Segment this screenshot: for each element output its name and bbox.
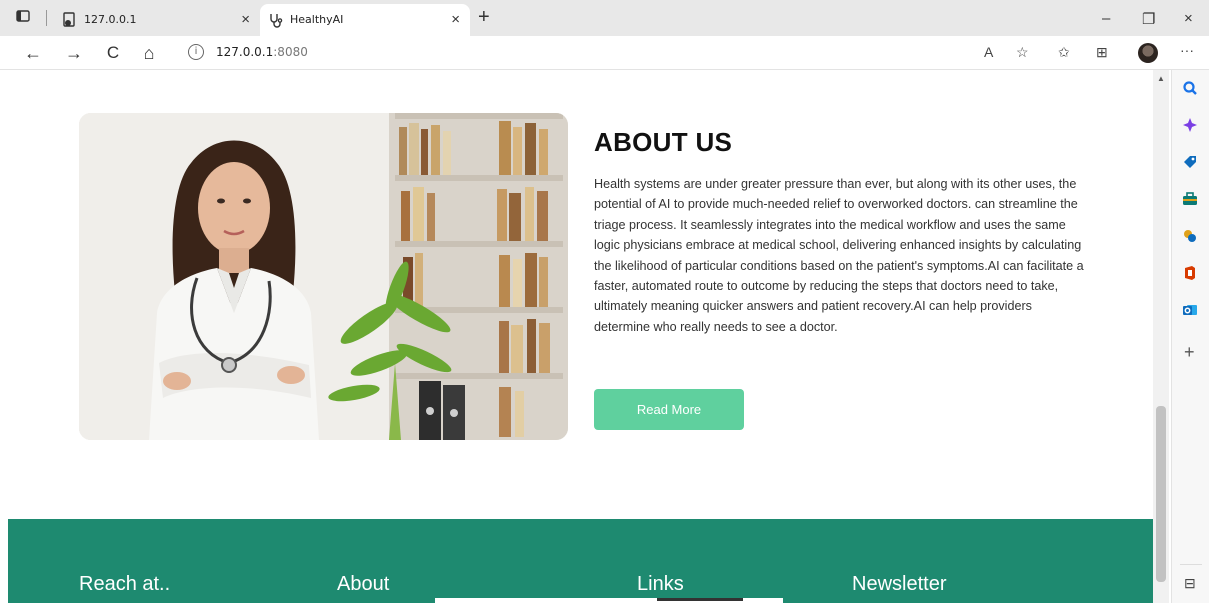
close-tab-icon[interactable]: × <box>451 11 460 28</box>
profile-avatar[interactable] <box>1138 43 1158 63</box>
more-icon[interactable]: ··· <box>1180 42 1194 58</box>
about-heading: ABOUT US <box>594 127 733 157</box>
site-info-icon[interactable]: i <box>188 44 204 60</box>
scrollbar-thumb[interactable] <box>1156 406 1166 582</box>
favorites-icon[interactable]: ✩ <box>1058 44 1070 61</box>
tab-title: HealthyAI <box>290 13 344 26</box>
page-viewport: ABOUT US Health systems are under greate… <box>0 70 1153 603</box>
home-icon[interactable]: ⌂ <box>138 42 160 64</box>
scroll-up-arrow-icon[interactable]: ▲ <box>1157 74 1165 83</box>
edge-sidebar: + ⊟ <box>1171 70 1209 603</box>
minimize-icon[interactable]: – <box>1102 10 1110 27</box>
add-sidebar-app-icon[interactable]: + <box>1184 342 1195 363</box>
forward-arrow-icon[interactable]: → <box>63 42 85 64</box>
games-icon[interactable] <box>1182 228 1198 249</box>
tools-icon[interactable] <box>1182 191 1198 212</box>
restore-icon[interactable]: ❐ <box>1142 10 1155 28</box>
tab-strip: 127.0.0.1 × HealthyAI × + – ❐ × <box>0 0 1209 36</box>
url-host: 127.0.0.1 <box>216 45 274 59</box>
copilot-icon[interactable] <box>1182 117 1198 138</box>
footer-overlay-bar <box>657 598 743 601</box>
address-bar[interactable]: 127.0.0.1:8080 <box>216 45 308 59</box>
tab-inactive[interactable]: 127.0.0.1 × <box>54 4 260 36</box>
search-icon[interactable] <box>1182 80 1198 101</box>
hide-sidebar-icon[interactable]: ⊟ <box>1184 575 1196 592</box>
read-aloud-icon[interactable]: A <box>984 44 993 60</box>
new-tab-icon[interactable]: + <box>478 6 490 29</box>
read-more-button[interactable]: Read More <box>594 389 744 430</box>
footer-heading-links: Links <box>637 573 684 595</box>
tab-separator <box>46 10 47 26</box>
tab-active[interactable]: HealthyAI × <box>260 4 470 36</box>
close-window-icon[interactable]: × <box>1184 10 1193 27</box>
back-arrow-icon[interactable]: ← <box>22 42 44 64</box>
close-tab-icon[interactable]: × <box>241 11 250 28</box>
browser-toolbar: ← → C ⌂ i 127.0.0.1:8080 A ☆ ✩ ⊞ ··· <box>0 36 1209 70</box>
add-favorite-icon[interactable]: ☆ <box>1016 44 1029 61</box>
shopping-icon[interactable] <box>1182 154 1198 175</box>
site-footer: Reach at.. About Links Newsletter <box>8 519 1153 603</box>
tab-title: 127.0.0.1 <box>84 13 137 26</box>
stethoscope-icon <box>268 12 284 28</box>
outlook-icon[interactable] <box>1182 302 1198 323</box>
page-icon <box>62 12 78 28</box>
footer-heading-about: About <box>337 573 390 595</box>
tab-actions-icon[interactable] <box>14 9 32 27</box>
refresh-icon[interactable]: C <box>102 42 124 64</box>
about-paragraph: Health systems are under greater pressur… <box>594 177 1084 334</box>
footer-heading-newsletter: Newsletter <box>852 573 947 595</box>
doctor-image <box>79 113 568 440</box>
footer-overlay-strip <box>435 598 783 603</box>
collections-icon[interactable]: ⊞ <box>1096 44 1108 61</box>
footer-heading-reach: Reach at.. <box>79 573 171 595</box>
url-port: :8080 <box>273 45 308 59</box>
office-icon[interactable] <box>1182 265 1198 286</box>
sidebar-divider <box>1180 564 1202 565</box>
